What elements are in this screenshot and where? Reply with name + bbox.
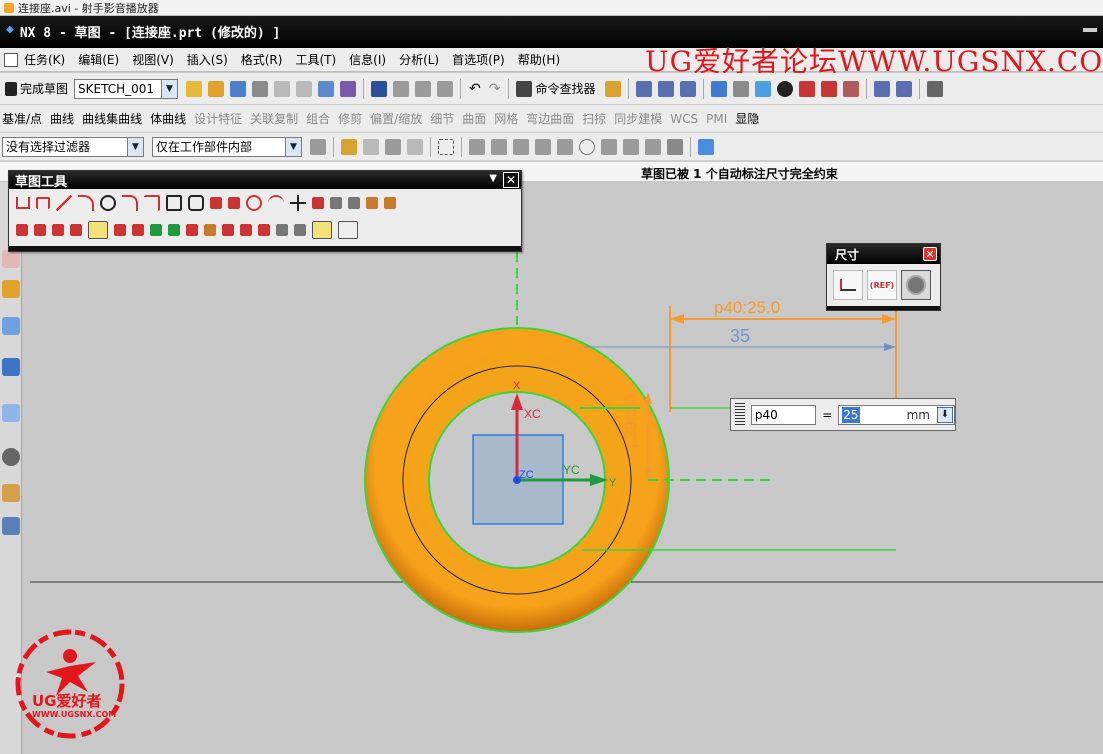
conic-icon[interactable] <box>268 194 284 211</box>
dimension-expression-box: p40 = 25 mm ⬇ <box>730 398 956 431</box>
logo-url: WWW.UGSNX.COM <box>32 710 117 719</box>
point-icon[interactable] <box>290 194 306 211</box>
dimension-dialog-buttons: (REF) <box>827 264 940 306</box>
chamfer-icon[interactable] <box>144 194 160 211</box>
dim-p40-label[interactable]: p40:25.0 <box>714 298 780 317</box>
reference-label: (REF) <box>869 280 895 290</box>
derived-lines-icon[interactable] <box>384 196 396 209</box>
add-existing-curve-icon[interactable] <box>70 223 82 236</box>
yc-label: YC <box>563 463 580 477</box>
palette-header[interactable]: 草图工具 ▼ ✕ <box>9 171 521 190</box>
arc-icon[interactable] <box>78 194 94 211</box>
fit-spline-icon[interactable] <box>228 196 240 209</box>
dimension-dialog: 尺寸 ✕ (REF) <box>826 243 941 311</box>
dimension-dialog-title: 尺寸 <box>835 247 860 262</box>
infer-constraints-icon[interactable] <box>258 223 270 236</box>
reference-button[interactable]: (REF) <box>867 270 897 300</box>
ref-dim-arrow <box>884 343 896 351</box>
ellipse-icon[interactable] <box>246 194 262 211</box>
palette-bottom-bar <box>9 246 521 251</box>
rectangle-icon[interactable] <box>166 194 182 211</box>
unit-label: mm <box>906 407 930 422</box>
x-label: X <box>513 380 521 392</box>
animate-dimension-icon[interactable] <box>204 223 216 236</box>
relations-browser-icon[interactable] <box>276 223 288 236</box>
arrow-down-icon[interactable]: ⬇ <box>937 406 953 423</box>
intersection-point-icon[interactable] <box>366 196 378 209</box>
dimension-type-icon <box>840 279 856 291</box>
offset-curve-icon[interactable] <box>312 196 324 209</box>
sketch-scene: XC X YC Y ZC p40:25.0 35 p39:8.0 <box>30 252 1103 633</box>
drag-grip-icon[interactable] <box>735 402 745 427</box>
logo-head <box>63 649 77 663</box>
expression-value-text: 25 <box>842 406 860 423</box>
studio-spline-icon[interactable] <box>36 196 50 209</box>
ug-forum-logo: UG爱好者 WWW.UGSNX.COM <box>12 626 130 744</box>
quick-extend-icon[interactable] <box>34 223 46 236</box>
palette-row-2 <box>9 216 521 243</box>
ref-dim-label: 35 <box>730 326 750 346</box>
show-constraints-icon[interactable] <box>132 223 144 236</box>
rapid-dimension-icon[interactable] <box>88 220 108 239</box>
angle-diameter-button[interactable] <box>901 270 931 300</box>
logo-caption: UG爱好者 <box>32 692 102 710</box>
equals-sign: = <box>822 407 833 422</box>
screen: { "player": { "title": "连接座.avi - 射手影音播放… <box>0 0 1103 754</box>
alternate-solution-icon[interactable] <box>240 223 252 236</box>
quick-trim-icon[interactable] <box>16 223 28 236</box>
logo-emblem <box>15 629 125 739</box>
close-icon[interactable]: ✕ <box>923 247 937 261</box>
dimension-type-button[interactable] <box>833 270 863 300</box>
close-icon[interactable]: ✕ <box>503 172 519 188</box>
logo-ring <box>15 629 125 739</box>
expression-value-field[interactable]: 25 mm ⬇ <box>838 404 955 425</box>
dialog-bottom-bar <box>827 306 940 310</box>
expression-name-field[interactable]: p40 <box>750 404 817 425</box>
make-corner-icon[interactable] <box>52 223 64 236</box>
gauge-icon <box>906 275 926 295</box>
mirror-curve-icon[interactable] <box>348 196 360 209</box>
polygon-icon[interactable] <box>188 194 204 211</box>
create-inferred-icon[interactable] <box>312 220 332 239</box>
palette-title: 草图工具 <box>15 174 68 190</box>
palette-row-1 <box>9 189 521 216</box>
show-all-constraints-icon[interactable] <box>186 223 198 236</box>
dim-arrow-left <box>670 314 684 324</box>
auto-dimension-icon[interactable] <box>168 223 180 236</box>
circle-icon[interactable] <box>100 194 116 211</box>
studio-spline-2-icon[interactable] <box>210 196 222 209</box>
dim-arrow-right <box>882 314 896 324</box>
edit-sketch-icon[interactable] <box>338 220 358 239</box>
pattern-curve-icon[interactable] <box>330 196 342 209</box>
dim-p39-label[interactable]: p39:8.0 <box>623 395 640 448</box>
continuous-auto-dim-icon[interactable] <box>294 223 306 236</box>
line-icon[interactable] <box>56 194 72 211</box>
y-label: Y <box>609 477 617 489</box>
zc-label: ZC <box>519 469 534 481</box>
fillet-icon[interactable] <box>122 194 138 211</box>
geometric-constraint-icon[interactable] <box>114 223 126 236</box>
palette-menu-icon[interactable]: ▼ <box>489 173 497 184</box>
sketch-tools-palette: 草图工具 ▼ ✕ <box>8 170 522 252</box>
profile-icon[interactable] <box>16 196 30 209</box>
auto-constrain-icon[interactable] <box>150 223 162 236</box>
convert-reference-icon[interactable] <box>222 223 234 236</box>
xc-label: XC <box>524 407 541 421</box>
